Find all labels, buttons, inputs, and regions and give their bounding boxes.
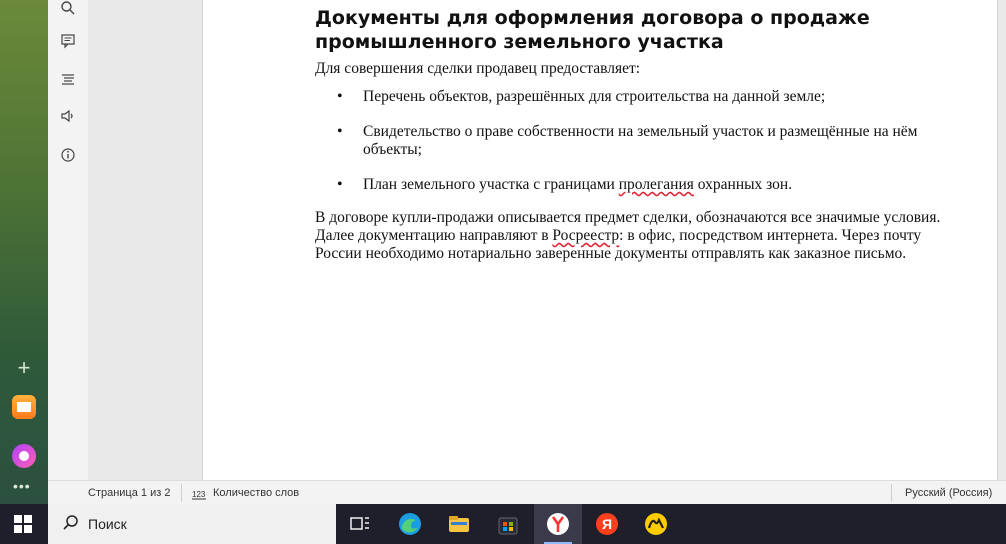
read-aloud-icon[interactable]: [58, 108, 78, 128]
taskbar-search[interactable]: Поиск: [48, 504, 336, 544]
search-icon: [62, 514, 82, 534]
comments-icon[interactable]: [58, 33, 78, 53]
navigation-icon[interactable]: [58, 71, 78, 91]
yandex-market-icon[interactable]: [644, 512, 668, 536]
word-count-icon[interactable]: 123: [192, 481, 206, 505]
word-side-toolbar: [48, 0, 89, 480]
search-placeholder: Поиск: [88, 516, 127, 532]
intro-paragraph: Для совершения сделки продавец предостав…: [315, 60, 641, 77]
document-canvas: Документы для оформления договора о прод…: [88, 0, 1006, 480]
body-paragraph: В договоре купли-продажи описывается пре…: [315, 209, 941, 262]
document-page[interactable]: Документы для оформления договора о прод…: [202, 0, 998, 480]
bullet-list: Перечень объектов, разрешённых для строи…: [315, 88, 955, 194]
list-item: Свидетельство о праве собственности на з…: [315, 123, 955, 159]
page-counter[interactable]: Страница 1 из 2: [88, 481, 170, 505]
add-icon[interactable]: +: [13, 357, 35, 380]
spelling-error-word[interactable]: пролегания: [619, 176, 694, 193]
mail-app-icon[interactable]: [12, 395, 36, 419]
store-icon[interactable]: [496, 512, 520, 536]
browser-sidebar: + •••: [0, 0, 48, 504]
word-count-button[interactable]: Количество слов: [213, 481, 299, 505]
yandex-icon[interactable]: Я: [595, 512, 619, 536]
info-icon[interactable]: [58, 147, 78, 167]
list-item: Перечень объектов, разрешённых для строи…: [315, 88, 955, 106]
windows-taskbar: Поиск Я: [0, 504, 1006, 544]
list-item: План земельного участка с границами прол…: [315, 176, 955, 194]
svg-text:123: 123: [192, 490, 206, 499]
svg-text:Я: Я: [602, 516, 612, 532]
document-body[interactable]: Документы для оформления договора о прод…: [315, 6, 955, 263]
yandex-browser-icon[interactable]: [546, 512, 570, 536]
search-icon[interactable]: [58, 0, 78, 20]
document-heading: Документы для оформления договора о прод…: [315, 7, 870, 53]
divider: [891, 484, 892, 502]
divider: [181, 484, 182, 502]
edge-icon[interactable]: [398, 512, 422, 536]
status-bar: Страница 1 из 2 123 Количество слов Русс…: [48, 480, 1006, 505]
alice-assistant-icon[interactable]: [12, 444, 36, 468]
spelling-error-word[interactable]: Росреестр: [552, 227, 619, 244]
windows-start-icon[interactable]: [14, 515, 32, 533]
language-indicator[interactable]: Русский (Россия): [905, 481, 992, 505]
file-explorer-icon[interactable]: [447, 512, 471, 536]
more-icon[interactable]: •••: [13, 478, 31, 494]
task-view-icon[interactable]: [348, 512, 372, 536]
